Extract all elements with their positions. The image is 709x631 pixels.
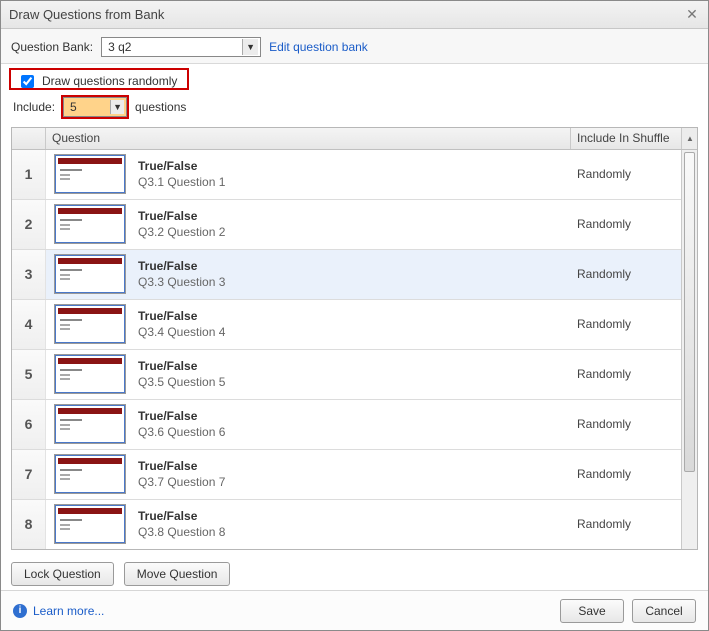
- question-cell: True/False Q3.2 Question 2: [134, 209, 571, 239]
- scrollbar[interactable]: [681, 150, 697, 550]
- draw-randomly-group: Draw questions randomly: [9, 68, 189, 90]
- scrollbar-thumb[interactable]: [684, 152, 695, 472]
- include-cell: Randomly: [571, 417, 681, 431]
- question-type: True/False: [138, 509, 571, 523]
- bank-label: Question Bank:: [11, 40, 93, 54]
- table-row[interactable]: 7 True/False Q3.7 Question 7Randomly: [12, 450, 681, 500]
- learn-more-link[interactable]: Learn more...: [33, 604, 104, 618]
- question-type: True/False: [138, 459, 571, 473]
- scroll-up-icon[interactable]: [681, 128, 697, 149]
- slide-thumbnail[interactable]: [54, 154, 126, 194]
- move-question-button[interactable]: Move Question: [124, 562, 231, 586]
- row-number: 5: [12, 350, 46, 399]
- include-count-value: 5: [70, 100, 77, 114]
- question-type: True/False: [138, 209, 571, 223]
- col-header-include[interactable]: Include In Shuffle: [571, 128, 681, 149]
- table-row[interactable]: 4 True/False Q3.4 Question 4Randomly: [12, 300, 681, 350]
- include-label: Include:: [13, 100, 55, 114]
- include-suffix: questions: [135, 100, 186, 114]
- row-number: 3: [12, 250, 46, 299]
- include-cell: Randomly: [571, 467, 681, 481]
- learn-more-group: i Learn more...: [13, 604, 104, 618]
- question-title: Q3.4 Question 4: [138, 325, 571, 339]
- include-cell: Randomly: [571, 517, 681, 531]
- question-cell: True/False Q3.5 Question 5: [134, 359, 571, 389]
- slide-thumbnail[interactable]: [54, 254, 126, 294]
- table-row[interactable]: 8 True/False Q3.8 Question 8Randomly: [12, 500, 681, 550]
- table-row[interactable]: 3 True/False Q3.3 Question 3Randomly: [12, 250, 681, 300]
- row-number: 2: [12, 200, 46, 249]
- grid-rows: 1True/FalseQ3.1 Question 1Randomly2True/…: [12, 150, 681, 550]
- cancel-button[interactable]: Cancel: [632, 599, 696, 623]
- slide-thumbnail[interactable]: [54, 454, 126, 494]
- include-cell: Randomly: [571, 167, 681, 181]
- dialog-title: Draw Questions from Bank: [9, 7, 164, 22]
- row-number: 7: [12, 450, 46, 499]
- row-number: 1: [12, 150, 46, 199]
- row-number: 6: [12, 400, 46, 449]
- table-row[interactable]: 2 True/False Q3.2 Question 2Randomly: [12, 200, 681, 250]
- bank-select[interactable]: 3 q2 ▼: [101, 37, 261, 57]
- grid-action-row: Lock Question Move Question: [1, 556, 708, 590]
- lock-question-button[interactable]: Lock Question: [11, 562, 114, 586]
- table-row[interactable]: 6 True/False Q3.6 Question 6Randomly: [12, 400, 681, 450]
- include-count-select[interactable]: 5 ▼: [63, 97, 127, 117]
- question-title: Q3.6 Question 6: [138, 425, 571, 439]
- question-cell: True/False Q3.3 Question 3: [134, 259, 571, 289]
- save-button[interactable]: Save: [560, 599, 624, 623]
- question-cell: True/False Q3.6 Question 6: [134, 409, 571, 439]
- table-row[interactable]: 5 True/False Q3.5 Question 5Randomly: [12, 350, 681, 400]
- question-cell: True/False Q3.8 Question 8: [134, 509, 571, 539]
- close-icon[interactable]: ✕: [684, 7, 700, 23]
- question-title: Q3.7 Question 7: [138, 475, 571, 489]
- question-grid: Question Include In Shuffle 1 True/False Q…: [11, 127, 698, 551]
- col-header-number: [12, 128, 46, 149]
- chevron-down-icon: ▼: [242, 39, 258, 55]
- edit-bank-link[interactable]: Edit question bank: [269, 40, 368, 54]
- question-type: True/False: [138, 309, 571, 323]
- question-cell: True/False Q3.7 Question 7: [134, 459, 571, 489]
- slide-thumbnail[interactable]: [54, 404, 126, 444]
- titlebar: Draw Questions from Bank ✕: [1, 1, 708, 29]
- question-title: Q3.8 Question 8: [138, 525, 571, 539]
- info-icon: i: [13, 604, 27, 618]
- include-cell: Randomly: [571, 267, 681, 281]
- question-type: True/False: [138, 159, 571, 173]
- draw-randomly-label: Draw questions randomly: [42, 74, 177, 88]
- row-number: 4: [12, 300, 46, 349]
- bank-select-value: 3 q2: [108, 40, 131, 54]
- table-row[interactable]: 1 True/False Q3.1 Question 1Randomly: [12, 150, 681, 200]
- question-title: Q3.2 Question 2: [138, 225, 571, 239]
- draw-randomly-checkbox[interactable]: [21, 75, 34, 88]
- grid-body: 1True/FalseQ3.1 Question 1Randomly2True/…: [12, 150, 697, 550]
- slide-thumbnail[interactable]: [54, 504, 126, 544]
- include-cell: Randomly: [571, 217, 681, 231]
- question-cell: True/False Q3.4 Question 4: [134, 309, 571, 339]
- grid-header: Question Include In Shuffle: [12, 128, 697, 150]
- question-title: Q3.5 Question 5: [138, 375, 571, 389]
- slide-thumbnail[interactable]: [54, 354, 126, 394]
- row-number: 8: [12, 500, 46, 549]
- question-type: True/False: [138, 259, 571, 273]
- slide-thumbnail[interactable]: [54, 204, 126, 244]
- chevron-down-icon: ▼: [110, 100, 124, 114]
- question-cell: True/False Q3.1 Question 1: [134, 159, 571, 189]
- slide-thumbnail[interactable]: [54, 304, 126, 344]
- footer-buttons: Save Cancel: [560, 599, 696, 623]
- dialog-draw-questions: Draw Questions from Bank ✕ Question Bank…: [0, 0, 709, 631]
- footer: i Learn more... Save Cancel: [1, 590, 708, 630]
- include-cell: Randomly: [571, 367, 681, 381]
- question-type: True/False: [138, 409, 571, 423]
- include-row: Include: 5 ▼ questions: [1, 91, 708, 127]
- col-header-question[interactable]: Question: [46, 128, 571, 149]
- include-cell: Randomly: [571, 317, 681, 331]
- question-title: Q3.3 Question 3: [138, 275, 571, 289]
- question-type: True/False: [138, 359, 571, 373]
- bank-row: Question Bank: 3 q2 ▼ Edit question bank: [1, 29, 708, 64]
- question-title: Q3.1 Question 1: [138, 175, 571, 189]
